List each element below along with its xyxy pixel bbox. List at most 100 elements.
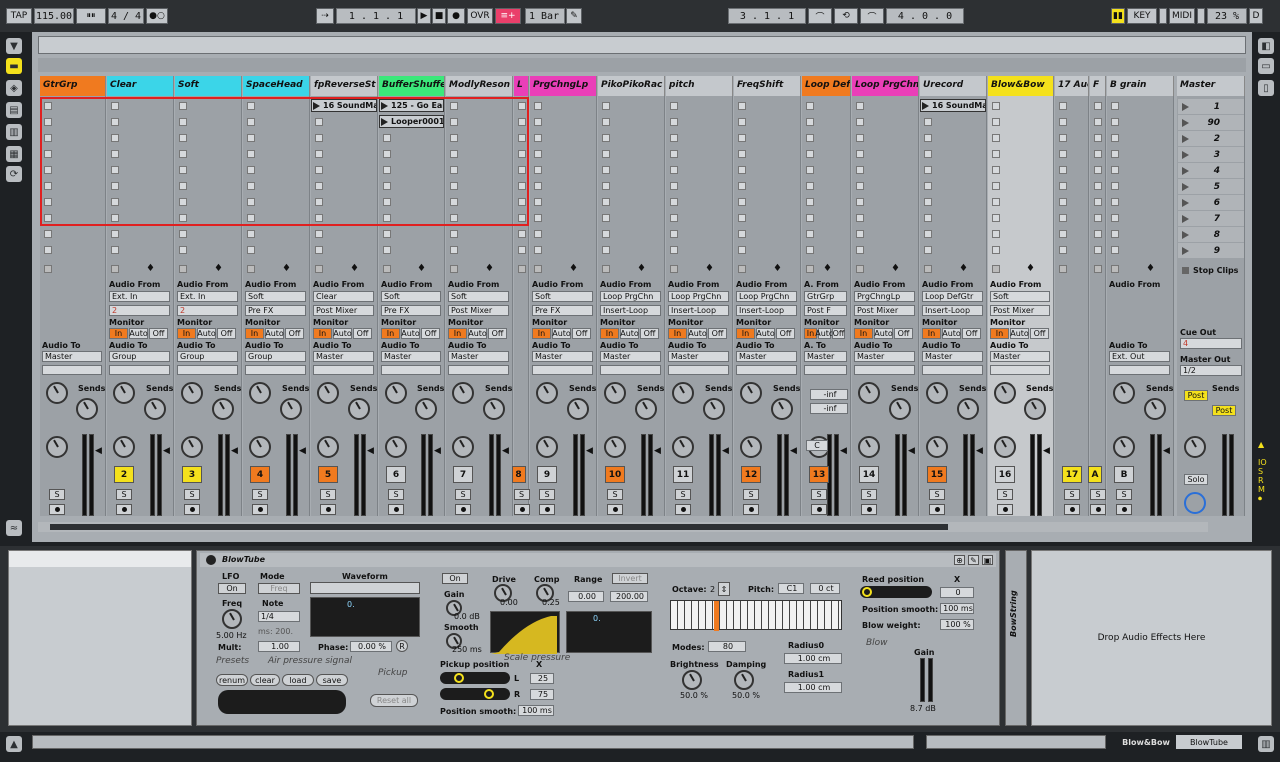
info-view-toggle-icon[interactable]: ≈ <box>6 520 22 536</box>
send-a-knob[interactable] <box>181 382 203 404</box>
clip-slot-button[interactable] <box>1059 150 1067 158</box>
clip-slot-button[interactable] <box>1111 230 1119 238</box>
track-header[interactable]: Loop Def <box>802 76 851 96</box>
clip-stop-button[interactable] <box>534 265 542 273</box>
clip-slot-button[interactable] <box>450 230 458 238</box>
clip-slot-button[interactable] <box>806 182 814 190</box>
send-b-knob[interactable] <box>415 398 437 420</box>
scene-launch-button[interactable]: 8 <box>1178 227 1244 242</box>
send-a-knob[interactable] <box>926 382 948 404</box>
clip-slot-button[interactable] <box>992 198 1000 206</box>
solo-button[interactable]: S <box>116 489 132 500</box>
clip-slot-button[interactable] <box>992 166 1000 174</box>
lfo-on-button[interactable]: On <box>218 583 246 594</box>
clip-slot-button[interactable] <box>534 166 542 174</box>
arm-icon[interactable]: ♦ <box>891 263 900 274</box>
track-header[interactable]: Loop PrgChn <box>852 76 919 96</box>
clip-slot-button[interactable] <box>738 118 746 126</box>
monitor-off-button[interactable]: Off <box>217 328 236 339</box>
scene-play-icon[interactable] <box>1182 214 1189 223</box>
track-activator-button[interactable]: B <box>1114 466 1134 483</box>
pan-knob[interactable] <box>385 436 407 458</box>
input-channel-select[interactable]: Insert-Loop <box>736 305 797 316</box>
clip-slot-button[interactable] <box>534 118 542 126</box>
monitor-in-button[interactable]: In <box>313 328 332 339</box>
send-b-knob[interactable] <box>1144 398 1166 420</box>
overdub-button[interactable]: OVR <box>467 8 493 24</box>
clip-slot-button[interactable] <box>1059 166 1067 174</box>
monitor-off-button[interactable]: Off <box>1030 328 1049 339</box>
clip-stop-button[interactable] <box>518 265 526 273</box>
clip-slot-button[interactable] <box>383 230 391 238</box>
send-b-knob[interactable] <box>144 398 166 420</box>
arm-record-button[interactable] <box>743 504 759 515</box>
audio-from-select[interactable]: Loop DefGtr <box>922 291 983 302</box>
tempo-field[interactable]: 115.00 <box>34 8 74 24</box>
audio-to-select[interactable]: Master <box>313 351 374 362</box>
monitor-auto-button[interactable]: Auto <box>1010 328 1029 339</box>
clip-stop-button[interactable] <box>111 265 119 273</box>
clip-slot-button[interactable] <box>992 230 1000 238</box>
cue-out-select[interactable]: 4 <box>1180 338 1242 349</box>
clip-slot-button[interactable] <box>738 182 746 190</box>
audio-effects-drop-zone[interactable]: Drop Audio Effects Here <box>1031 550 1272 726</box>
plugins-icon[interactable]: ◈ <box>6 80 22 96</box>
clip-slot-button[interactable] <box>856 182 864 190</box>
device-hotswap-icon[interactable]: ⊕ <box>954 555 965 565</box>
loop-length-field[interactable]: 4 . 0 . 0 <box>886 8 964 24</box>
monitor-auto-button[interactable]: Auto <box>688 328 707 339</box>
live-devices-icon[interactable]: ▬ <box>6 58 22 74</box>
send-b-value[interactable]: -inf <box>810 403 848 414</box>
send-b-knob[interactable] <box>889 398 911 420</box>
track-activator-button[interactable]: 7 <box>453 466 473 483</box>
clip-slot-button[interactable] <box>856 134 864 142</box>
octave-stepper[interactable]: ⇕ <box>718 582 730 596</box>
clip-slot-button[interactable] <box>1111 102 1119 110</box>
solo-button[interactable]: S <box>320 489 336 500</box>
input-channel-select[interactable]: Pre FX <box>532 305 593 316</box>
clip-slot-button[interactable] <box>1094 134 1102 142</box>
track-activator-button[interactable]: 9 <box>537 466 557 483</box>
monitor-auto-button[interactable]: Auto <box>815 328 834 339</box>
scene-launch-button[interactable]: 7 <box>1178 211 1244 226</box>
clip-stop-button[interactable] <box>44 265 52 273</box>
audio-to-select[interactable]: Master <box>532 351 593 362</box>
monitor-off-button[interactable]: Off <box>421 328 440 339</box>
clip-slot-button[interactable] <box>856 102 864 110</box>
track-header[interactable]: GtrGrp <box>40 76 106 96</box>
send-a-knob[interactable] <box>536 382 558 404</box>
audio-from-select[interactable]: Soft <box>448 291 509 302</box>
track-header[interactable]: PrgChngLp <box>530 76 597 96</box>
brightness-knob[interactable] <box>682 670 702 690</box>
clip-slot-button[interactable] <box>1059 102 1067 110</box>
clip-slot-button[interactable] <box>1094 166 1102 174</box>
arm-icon[interactable]: ♦ <box>569 263 578 274</box>
range-max-field[interactable]: 200.00 <box>610 591 648 602</box>
volume-slider-thumb[interactable]: ◀ <box>654 446 661 456</box>
clip-stop-button[interactable] <box>924 265 932 273</box>
follow-icon[interactable]: ⇢ <box>316 8 334 24</box>
send-b-knob[interactable] <box>703 398 725 420</box>
volume-slider-thumb[interactable]: ◀ <box>367 446 374 456</box>
damping-knob[interactable] <box>734 670 754 690</box>
volume-slider-thumb[interactable]: ◀ <box>1163 446 1170 456</box>
send-b-post-button[interactable]: Post <box>1212 405 1236 416</box>
status-device-name[interactable]: BlowTube <box>1176 735 1242 749</box>
clip-slot-button[interactable] <box>924 118 932 126</box>
monitor-in-button[interactable]: In <box>854 328 873 339</box>
detail-toggle-icon[interactable]: ▲ <box>6 736 22 752</box>
track-header[interactable]: Blow&Bow <box>988 76 1054 96</box>
clip-slot-button[interactable] <box>924 166 932 174</box>
right-toggle-2-icon[interactable]: ▭ <box>1258 58 1274 74</box>
clip-slot-button[interactable] <box>1059 214 1067 222</box>
monitor-in-button[interactable]: In <box>177 328 196 339</box>
clip-slot-button[interactable] <box>738 166 746 174</box>
arm-record-button[interactable] <box>811 504 827 515</box>
volume-slider-thumb[interactable]: ◀ <box>434 446 441 456</box>
pitch-value[interactable]: C1 <box>778 583 804 594</box>
arm-icon[interactable]: ♦ <box>637 263 646 274</box>
clip-slot-button[interactable] <box>1094 182 1102 190</box>
audio-from-select[interactable]: Soft <box>532 291 593 302</box>
monitor-in-button[interactable]: In <box>381 328 400 339</box>
send-b-knob[interactable] <box>76 398 98 420</box>
